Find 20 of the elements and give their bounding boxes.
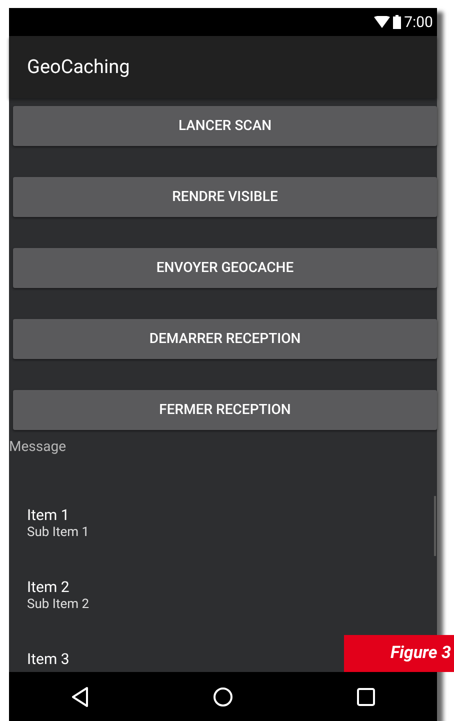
action-button[interactable]: FERMER RECEPTION — [13, 390, 437, 430]
item-title: Item 3 — [27, 650, 70, 668]
wifi-icon — [374, 16, 390, 28]
recents-icon[interactable] — [357, 688, 375, 706]
action-button[interactable]: DEMARRER RECEPTION — [13, 319, 437, 359]
item-subtitle: Sub Item 2 — [27, 596, 90, 614]
back-icon[interactable] — [71, 686, 89, 706]
scrollbar — [434, 496, 436, 556]
status-time: 7:00 — [404, 14, 433, 30]
action-button[interactable]: RENDRE VISIBLE — [13, 177, 437, 217]
battery-icon — [393, 15, 402, 29]
message-label: Message — [9, 438, 66, 456]
figure-caption: Figure 3 — [344, 635, 454, 672]
action-button[interactable]: LANCER SCAN — [13, 106, 437, 146]
item-title: Item 1 — [27, 506, 70, 524]
home-icon[interactable] — [213, 686, 233, 706]
app-title: GeoCaching — [27, 54, 130, 80]
item-subtitle: Sub Item 1 — [27, 524, 90, 542]
action-button[interactable]: ENVOYER GEOCACHE — [13, 248, 437, 288]
item-title: Item 2 — [27, 578, 70, 596]
